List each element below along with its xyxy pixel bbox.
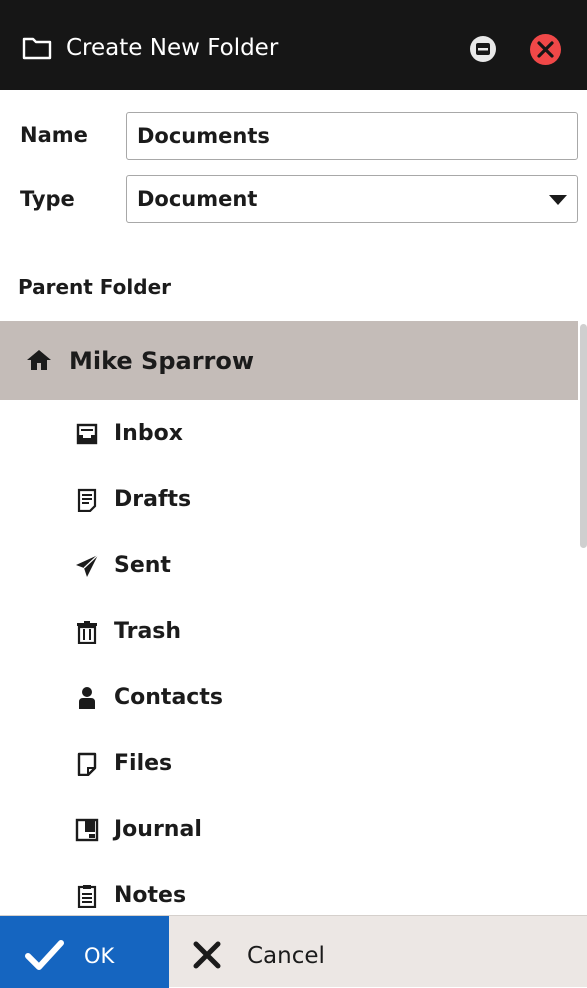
tree-item-label: Files xyxy=(114,751,173,776)
ok-button[interactable]: OK xyxy=(0,916,169,988)
tree-item-mike-sparrow[interactable]: Mike Sparrow xyxy=(0,321,578,400)
cancel-button-label: Cancel xyxy=(247,943,325,969)
type-dropdown[interactable]: Document xyxy=(126,175,578,223)
tree-item-sent[interactable]: Sent xyxy=(0,534,578,600)
tree-item-drafts[interactable]: Drafts xyxy=(0,468,578,534)
tree-item-label: Trash xyxy=(114,619,182,644)
tree-item-label: Sent xyxy=(114,553,171,578)
tree-item-trash[interactable]: Trash xyxy=(0,600,578,666)
file-icon xyxy=(77,752,97,776)
notes-icon xyxy=(77,885,97,908)
tree-item-inbox[interactable]: Inbox xyxy=(0,402,578,468)
folder-tree: Mike Sparrow Inbox Drafts Sent Trash Con… xyxy=(0,321,587,915)
person-icon xyxy=(79,687,95,709)
close-x-icon xyxy=(193,941,221,969)
type-label: Type xyxy=(20,187,75,211)
tree-item-journal[interactable]: Journal xyxy=(0,798,578,864)
checkmark-icon xyxy=(25,940,64,970)
chevron-down-icon xyxy=(549,195,567,205)
tree-item-label: Notes xyxy=(114,883,187,908)
cancel-button[interactable]: Cancel xyxy=(169,916,587,988)
name-label: Name xyxy=(20,123,88,147)
tree-item-files[interactable]: Files xyxy=(0,732,578,798)
tree-item-notes[interactable]: Notes xyxy=(0,864,578,915)
drafts-icon xyxy=(77,488,97,512)
parent-folder-label: Parent Folder xyxy=(18,275,171,299)
close-icon[interactable] xyxy=(529,33,562,66)
tree-item-label: Drafts xyxy=(114,487,192,512)
tree-root-label: Mike Sparrow xyxy=(69,347,255,375)
name-input[interactable] xyxy=(126,112,578,160)
trash-icon xyxy=(77,621,97,644)
dialog-footer: OK Cancel xyxy=(0,915,587,988)
tree-item-contacts[interactable]: Contacts xyxy=(0,666,578,732)
window-title: Create New Folder xyxy=(66,35,279,61)
tree-item-label: Contacts xyxy=(114,685,223,710)
scrollbar-thumb[interactable] xyxy=(580,324,587,548)
ok-button-label: OK xyxy=(84,944,115,968)
title-bar: Create New Folder xyxy=(0,0,587,90)
home-icon xyxy=(27,350,51,370)
tree-item-label: Inbox xyxy=(114,421,183,446)
tree-item-label: Journal xyxy=(114,817,202,842)
type-selected-value: Document xyxy=(137,187,258,211)
journal-icon xyxy=(75,818,99,842)
inbox-icon xyxy=(76,423,98,445)
folder-icon xyxy=(22,37,52,60)
minimize-icon[interactable] xyxy=(469,35,497,63)
paper-plane-icon xyxy=(76,554,99,577)
